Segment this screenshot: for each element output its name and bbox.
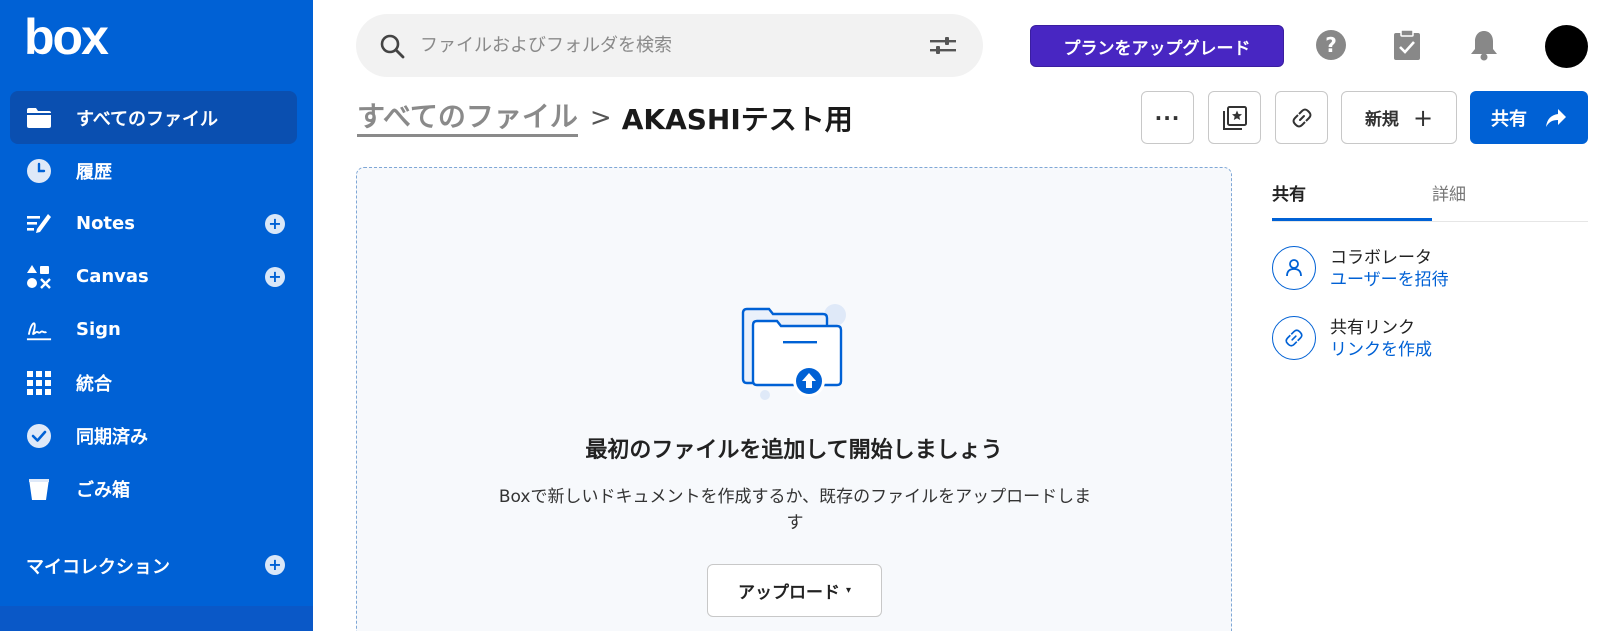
folder-title: AKASHIテスト用 xyxy=(621,103,853,136)
tab-details[interactable]: 詳細 xyxy=(1432,180,1466,205)
sidebar-item-label: すべてのファイル xyxy=(76,108,219,130)
empty-state-title: 最初のファイルを追加して開始しましょう xyxy=(585,438,1003,463)
sidebar-item-notes[interactable]: Notes + xyxy=(10,197,297,250)
sidebar-item-label: ごみ箱 xyxy=(76,479,130,501)
share-arrow-icon xyxy=(1546,108,1566,127)
sidebar: box すべてのファイル 履歴 Notes + Canvas + Sign 統合… xyxy=(0,0,313,631)
collections-heading[interactable]: マイコレクション xyxy=(26,553,170,579)
upgrade-plan-button[interactable]: プランをアップグレード xyxy=(1030,25,1284,67)
search-bar xyxy=(356,14,983,77)
breadcrumb-separator: > xyxy=(589,103,612,133)
notifications-bell-icon[interactable] xyxy=(1467,28,1501,62)
user-avatar[interactable] xyxy=(1545,25,1588,68)
add-collection-button[interactable]: + xyxy=(265,555,285,575)
upload-button-label: アップロード xyxy=(737,583,840,603)
sidebar-item-canvas[interactable]: Canvas + xyxy=(10,250,297,303)
tasks-icon[interactable] xyxy=(1390,28,1424,62)
breadcrumb-root[interactable]: すべてのファイル xyxy=(357,100,578,137)
check-circle-icon xyxy=(26,423,52,449)
new-button[interactable]: 新規 + xyxy=(1341,91,1457,144)
sidebar-item-trash[interactable]: ごみ箱 xyxy=(10,462,297,515)
filter-icon[interactable] xyxy=(929,34,957,58)
sidebar-footer xyxy=(0,606,313,631)
copy-link-button[interactable] xyxy=(1275,91,1328,144)
clock-icon xyxy=(26,158,52,184)
collaborators-section: コラボレータ ユーザーを招待 xyxy=(1272,243,1588,293)
create-link-link[interactable]: リンクを作成 xyxy=(1330,335,1432,360)
sidebar-item-label: Notes xyxy=(76,213,135,234)
canvas-icon xyxy=(26,264,52,290)
tab-sharing[interactable]: 共有 xyxy=(1272,180,1306,205)
sidebar-item-label: 履歴 xyxy=(76,161,112,183)
link-icon xyxy=(1272,316,1316,360)
folder-icon xyxy=(26,105,52,131)
share-button[interactable]: 共有 xyxy=(1470,91,1588,144)
add-note-button[interactable]: + xyxy=(265,213,285,234)
caret-down-icon: ▾ xyxy=(845,585,852,596)
search-input[interactable] xyxy=(420,35,890,56)
sidebar-panel-tabs: 共有 詳細 xyxy=(1272,172,1588,222)
sidebar-nav: すべてのファイル 履歴 Notes + Canvas + Sign 統合 同期済… xyxy=(10,91,297,515)
sidebar-item-synced[interactable]: 同期済み xyxy=(10,409,297,462)
sidebar-item-sign[interactable]: Sign xyxy=(10,303,297,356)
sidebar-item-label: 同期済み xyxy=(76,426,148,448)
sign-icon xyxy=(26,317,52,343)
invite-users-link[interactable]: ユーザーを招待 xyxy=(1330,265,1449,290)
user-icon xyxy=(1272,246,1316,290)
shared-link-section: 共有リンク リンクを作成 xyxy=(1272,313,1588,363)
empty-state-description: Boxで新しいドキュメントを作成するか、既存のファイルをアップロードします xyxy=(498,487,1092,533)
sidebar-item-history[interactable]: 履歴 xyxy=(10,144,297,197)
box-logo[interactable]: box xyxy=(24,12,109,62)
grid-icon xyxy=(26,370,52,396)
svg-text:?: ? xyxy=(1325,33,1337,57)
sidebar-item-label: Canvas xyxy=(76,266,149,287)
add-canvas-button[interactable]: + xyxy=(265,266,285,287)
notes-icon xyxy=(26,211,52,237)
more-icon: ··· xyxy=(1154,105,1181,130)
trash-icon xyxy=(26,476,52,502)
sidebar-item-label: 統合 xyxy=(76,373,112,395)
sidebar-item-label: Sign xyxy=(76,319,121,340)
link-icon xyxy=(1292,108,1311,127)
upload-button[interactable]: アップロード ▾ xyxy=(707,564,882,617)
folder-upload-illustration xyxy=(741,304,846,400)
star-collection-icon xyxy=(1222,105,1247,130)
new-button-label: 新規 xyxy=(1364,110,1399,130)
collection-button[interactable] xyxy=(1208,91,1261,144)
active-tab-indicator xyxy=(1272,218,1432,221)
sidebar-item-integrations[interactable]: 統合 xyxy=(10,356,297,409)
help-icon[interactable]: ? xyxy=(1314,28,1348,62)
breadcrumb: すべてのファイル > AKASHIテスト用 xyxy=(357,98,853,138)
share-button-label: 共有 xyxy=(1491,108,1527,130)
plus-icon: + xyxy=(1412,103,1434,132)
search-icon[interactable] xyxy=(378,32,406,60)
sidebar-item-all-files[interactable]: すべてのファイル xyxy=(10,91,297,144)
file-dropzone[interactable]: 最初のファイルを追加して開始しましょう Boxで新しいドキュメントを作成するか、… xyxy=(356,167,1232,631)
more-options-button[interactable]: ··· xyxy=(1141,91,1194,144)
